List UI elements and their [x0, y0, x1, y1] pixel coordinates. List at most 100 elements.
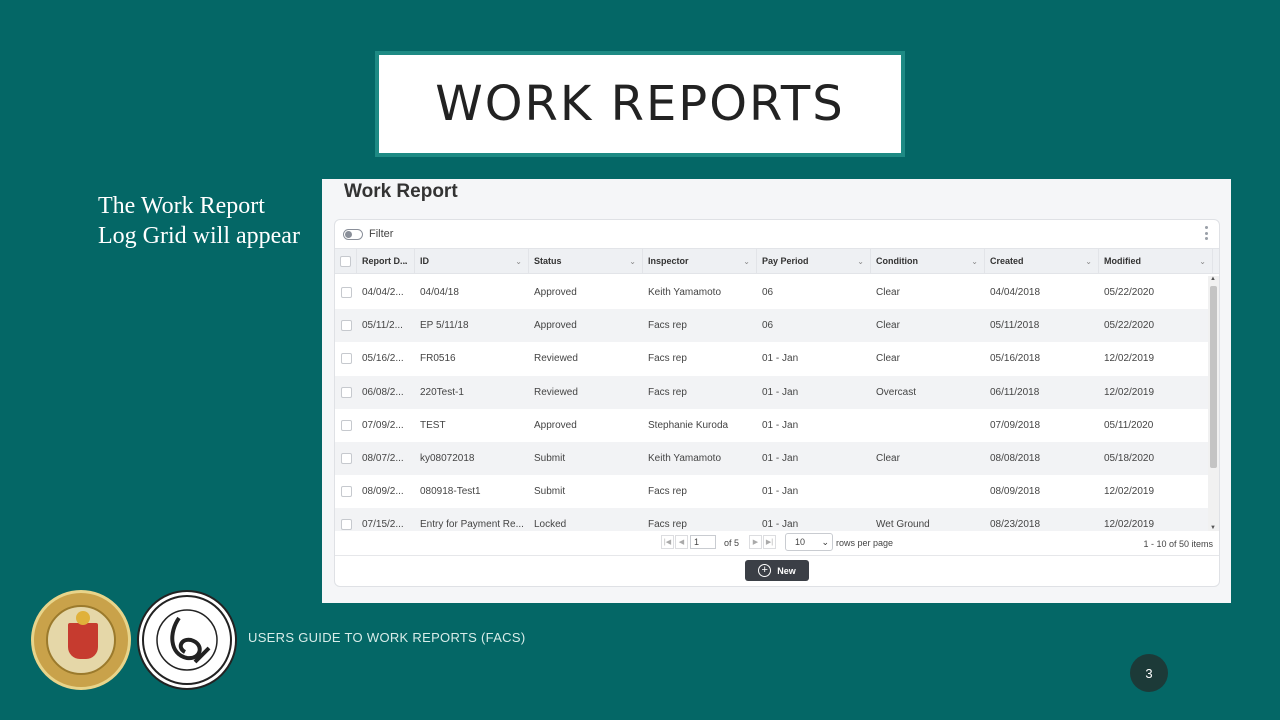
page-title: Work Report	[344, 181, 458, 202]
cell-condition	[871, 409, 985, 442]
column-header-status[interactable]: Status ⌄	[529, 249, 643, 273]
row-checkbox[interactable]	[340, 519, 352, 531]
table-row[interactable]: 06/08/2... 220Test-1 Reviewed Facs rep 0…	[335, 375, 1209, 409]
scroll-up-icon[interactable]: ▲	[1210, 276, 1216, 282]
cell-created: 08/08/2018	[990, 453, 1041, 465]
more-options-icon[interactable]	[1205, 226, 1209, 240]
cell-condition: Wet Ground	[876, 519, 930, 531]
column-header-label: Condition	[876, 256, 918, 266]
cell-created: 04/04/2018	[990, 287, 1041, 299]
cell-pay-period: 01 - Jan	[762, 519, 799, 531]
row-checkbox[interactable]	[340, 386, 352, 398]
cell-report-date: 04/04/2...	[362, 287, 404, 299]
row-checkbox[interactable]	[340, 353, 352, 365]
cell-status: Locked	[534, 519, 567, 531]
table-row[interactable]: 07/09/2... TEST Approved Stephanie Kurod…	[335, 409, 1209, 442]
row-select-cell	[335, 309, 357, 342]
chevron-down-icon: ⌄	[821, 536, 829, 547]
cell-created: 07/09/2018	[990, 419, 1041, 431]
cell-modified: 12/02/2019	[1104, 486, 1155, 498]
row-select-cell	[335, 508, 357, 531]
cell-pay-period: 06	[762, 287, 774, 299]
select-all-checkbox[interactable]	[340, 255, 351, 267]
column-header-label: Created	[990, 256, 1024, 266]
column-header-report-date[interactable]: Report D... ⌄	[357, 249, 415, 273]
cell-inspector: Facs rep	[648, 519, 687, 531]
filter-toggle[interactable]	[343, 228, 363, 240]
cell-report-date: 08/09/2...	[362, 486, 404, 498]
chevron-down-icon[interactable]: ⌄	[1085, 257, 1092, 266]
column-header-label: Modified	[1104, 256, 1141, 266]
column-header-modified[interactable]: Modified ⌄	[1099, 249, 1213, 273]
column-header-id[interactable]: ID ⌄	[415, 249, 529, 273]
row-checkbox[interactable]	[340, 419, 352, 431]
row-select-cell	[335, 376, 357, 409]
filter-label: Filter	[369, 228, 394, 240]
scroll-down-icon[interactable]: ▼	[1210, 525, 1216, 531]
column-header-label: Inspector	[648, 256, 689, 266]
cell-id: 04/04/18	[420, 287, 459, 299]
grid-scrollbar[interactable]: ▲ ▼	[1208, 276, 1219, 531]
page-size-select[interactable]: 10 ⌄	[785, 533, 833, 551]
prev-page-icon[interactable]: ◀	[675, 535, 688, 549]
slide-side-text: The Work Report Log Grid will appear	[98, 191, 300, 251]
table-row[interactable]: 04/04/2... 04/04/18 Approved Keith Yamam…	[335, 276, 1209, 309]
cell-status: Approved	[534, 320, 577, 332]
cell-modified: 05/22/2020	[1104, 287, 1155, 299]
pager-summary: 1 - 10 of 50 items	[1143, 539, 1213, 549]
row-checkbox[interactable]	[340, 287, 352, 299]
row-select-cell	[335, 276, 357, 309]
row-checkbox[interactable]	[340, 453, 352, 465]
cell-pay-period: 01 - Jan	[762, 419, 799, 431]
side-text-line-2: Log Grid will appear	[98, 223, 300, 249]
last-page-icon[interactable]: ▶|	[763, 535, 776, 549]
chevron-down-icon[interactable]: ⌄	[515, 257, 522, 266]
table-row[interactable]: 05/16/2... FR0516 Reviewed Facs rep 01 -…	[335, 342, 1209, 375]
new-button-label: New	[777, 565, 796, 576]
cell-report-date: 08/07/2...	[362, 453, 404, 465]
cell-condition: Clear	[876, 453, 900, 465]
chevron-down-icon[interactable]: ⌄	[743, 257, 750, 266]
footer-divider	[335, 555, 1219, 556]
plus-circle-icon: +	[758, 564, 772, 577]
cell-status: Approved	[534, 419, 577, 431]
page-count-label: of 5	[724, 538, 740, 548]
table-row[interactable]: 08/07/2... ky08072018 Submit Keith Yamam…	[335, 441, 1209, 476]
cell-pay-period: 01 - Jan	[762, 386, 799, 398]
cell-status: Submit	[534, 486, 566, 498]
pager: |◀ ◀ 1 of 5 ▶ ▶| 10 ⌄ rows per page 1 - …	[335, 532, 1219, 554]
slide-title: WORK REPORTS	[435, 76, 845, 132]
cell-modified: 05/11/2020	[1104, 419, 1154, 431]
column-header-inspector[interactable]: Inspector ⌄	[643, 249, 757, 273]
cell-condition	[871, 475, 985, 508]
next-page-icon[interactable]: ▶	[749, 535, 762, 549]
chevron-down-icon[interactable]: ⌄	[401, 257, 408, 266]
row-checkbox[interactable]	[340, 320, 352, 332]
chevron-down-icon[interactable]: ⌄	[629, 257, 636, 266]
column-header-created[interactable]: Created ⌄	[985, 249, 1099, 273]
slide-title-box: WORK REPORTS	[375, 51, 905, 157]
table-row[interactable]: 08/09/2... 080918-Test1 Submit Facs rep …	[335, 475, 1209, 508]
table-row[interactable]: 07/15/2... Entry for Payment Re... Locke…	[335, 508, 1209, 531]
cell-condition: Clear	[876, 353, 900, 365]
chevron-down-icon[interactable]: ⌄	[857, 257, 864, 266]
cell-inspector: Keith Yamamoto	[648, 453, 722, 465]
column-header-label: Pay Period	[762, 256, 809, 266]
chevron-down-icon[interactable]: ⌄	[1199, 257, 1206, 266]
row-select-cell	[335, 409, 357, 442]
chevron-down-icon[interactable]: ⌄	[971, 257, 978, 266]
new-button[interactable]: + New	[745, 560, 809, 581]
row-select-cell	[335, 475, 357, 508]
cell-report-date: 05/16/2...	[362, 353, 404, 365]
row-checkbox[interactable]	[340, 486, 352, 498]
table-row[interactable]: 05/11/2... EP 5/11/18 Approved Facs rep …	[335, 309, 1209, 343]
page-number-input[interactable]: 1	[690, 535, 716, 549]
first-page-icon[interactable]: |◀	[661, 535, 674, 549]
cell-id: ky08072018	[420, 453, 475, 465]
column-header-condition[interactable]: Condition ⌄	[871, 249, 985, 273]
cell-inspector: Facs rep	[648, 320, 687, 332]
cell-inspector: Keith Yamamoto	[648, 287, 722, 299]
scroll-thumb[interactable]	[1210, 286, 1217, 468]
column-header-label: Status	[534, 256, 562, 266]
column-header-pay-period[interactable]: Pay Period ⌄	[757, 249, 871, 273]
